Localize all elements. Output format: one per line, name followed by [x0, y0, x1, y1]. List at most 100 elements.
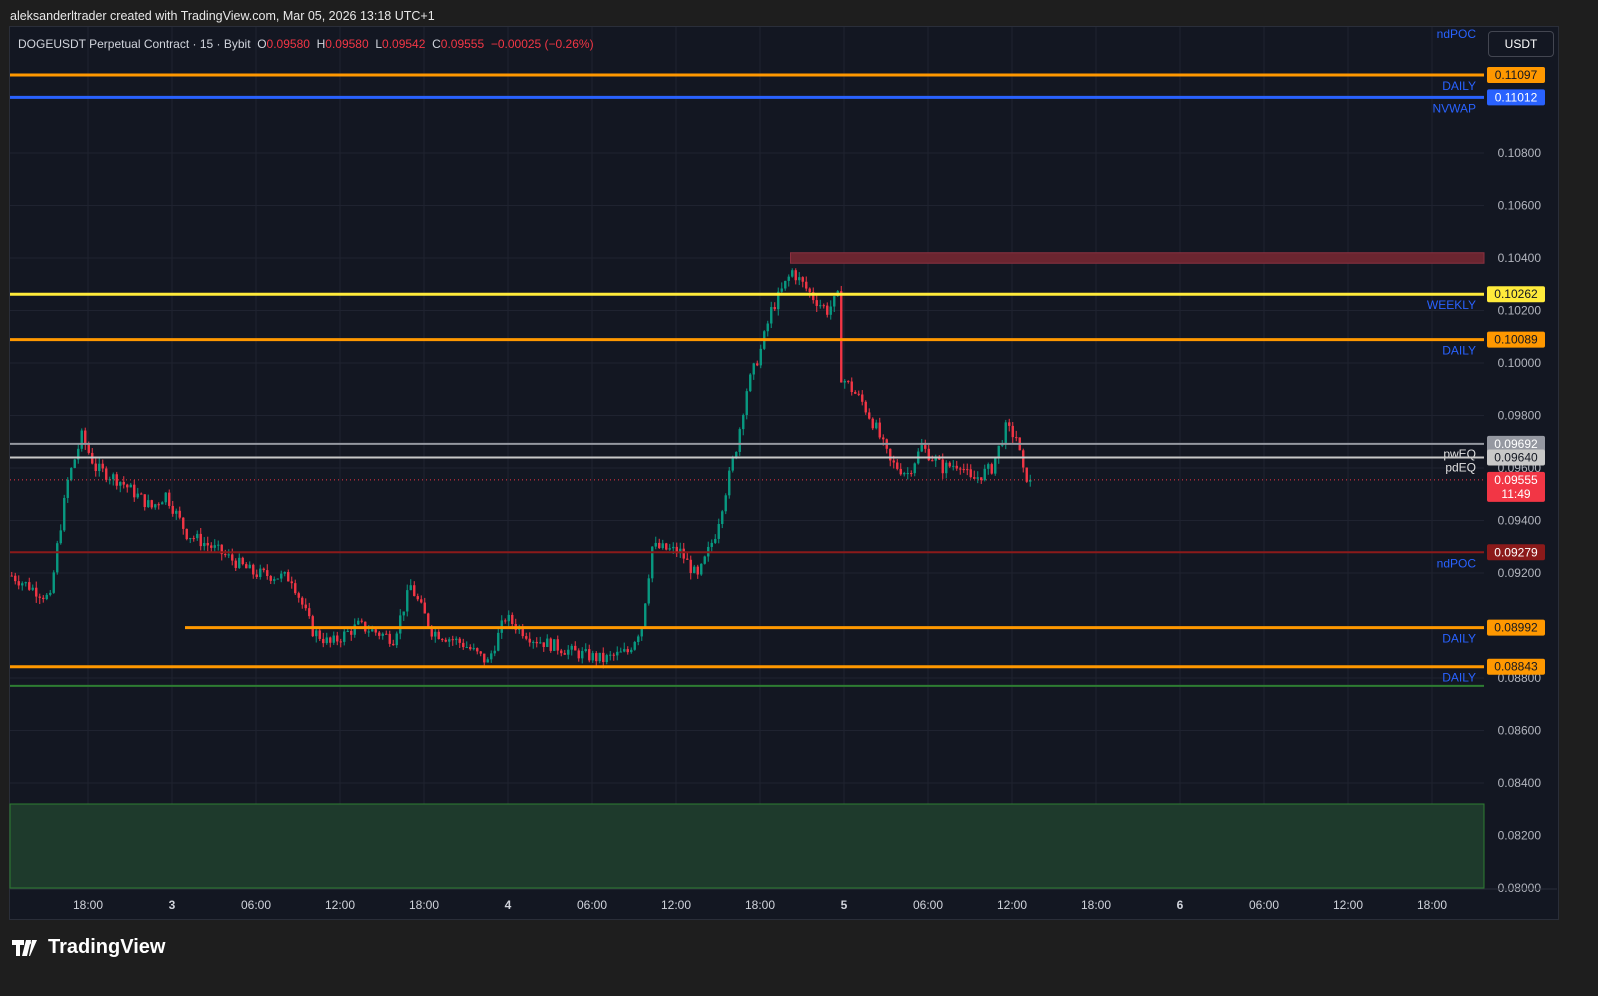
candle-body [378, 632, 381, 636]
candle-body [427, 613, 430, 627]
candle-body [588, 649, 591, 661]
symbol-name[interactable]: DOGEUSDT Perpetual Contract · 15 · Bybit [18, 37, 251, 51]
high-value: 0.09580 [325, 37, 369, 51]
candle-body [413, 585, 416, 597]
candle-body [896, 462, 899, 469]
candle-body [910, 473, 913, 475]
candle-body [353, 624, 356, 635]
candle-body [864, 401, 867, 413]
level-price-label: 0.10089 [1494, 333, 1538, 347]
time-tick: 4 [505, 898, 512, 912]
candle-body [381, 633, 384, 636]
candle-body [224, 554, 227, 556]
candle-body [584, 649, 587, 651]
candle-body [24, 582, 27, 584]
candle-body [66, 479, 69, 498]
candle-body [259, 568, 262, 577]
candle-body [728, 470, 731, 496]
currency-button[interactable]: USDT [1488, 31, 1554, 57]
candle-body [941, 459, 944, 474]
candle-body [973, 477, 976, 479]
price-tick: 0.10200 [1498, 304, 1542, 318]
candle-body [52, 572, 55, 593]
candle-body [661, 543, 664, 549]
candle-body [150, 500, 153, 508]
candle-body [476, 648, 479, 652]
candle-body [294, 583, 297, 594]
candle-body [637, 636, 640, 643]
candle-body [721, 511, 724, 524]
candle-body [10, 575, 13, 577]
candle-body [217, 544, 220, 546]
candle-body [262, 568, 265, 571]
candle-body [213, 545, 216, 548]
candle-body [437, 631, 440, 640]
candle-body [451, 639, 454, 641]
candle-body [563, 653, 566, 655]
time-tick: 06:00 [913, 898, 943, 912]
candle-body [976, 477, 979, 479]
brand-name: TradingView [48, 936, 166, 958]
candle-body [178, 510, 181, 518]
candle-body [955, 465, 958, 469]
candle-body [287, 572, 290, 582]
candle-body [416, 596, 419, 600]
candle-body [49, 592, 52, 595]
candle-body [616, 651, 619, 656]
candle-body [497, 632, 500, 651]
candle-body [42, 597, 45, 600]
candle-body [773, 307, 776, 310]
level-tag: ndPOC [1437, 27, 1477, 41]
candle-body [665, 543, 668, 550]
price-tick: 0.08400 [1498, 776, 1542, 790]
candle-body [913, 463, 916, 474]
candle-body [388, 633, 391, 644]
candle-body [703, 556, 706, 564]
time-tick: 06:00 [241, 898, 271, 912]
candle-body [147, 500, 150, 508]
candle-body [542, 642, 545, 648]
candle-body [798, 277, 801, 281]
candle-body [931, 460, 934, 462]
candle-body [997, 445, 1000, 459]
candle-body [465, 647, 468, 649]
candle-body [983, 468, 986, 481]
time-tick: 18:00 [1081, 898, 1111, 912]
candle-body [633, 642, 636, 650]
candle-body [525, 636, 528, 639]
level-price-label: 0.08992 [1494, 621, 1538, 635]
candle-body [602, 652, 605, 663]
candle-body [847, 380, 850, 382]
candle-body [154, 504, 157, 508]
candle-body [486, 659, 489, 663]
price-chart[interactable]: 0.10800 0.10600 0.10400 0.10200 0.10000 0.098… [0, 0, 1598, 996]
candle-body [70, 467, 73, 480]
candle-body [815, 300, 818, 306]
candle-body [861, 394, 864, 402]
price-tick: 0.10600 [1498, 199, 1542, 213]
low-value: 0.09542 [382, 37, 426, 51]
candle-body [101, 463, 104, 469]
time-tick: 12:00 [1333, 898, 1363, 912]
candle-body [192, 538, 195, 540]
candle-body [367, 631, 370, 633]
candle-body [987, 464, 990, 469]
candle-body [129, 484, 132, 488]
level-tag: DAILY [1442, 79, 1476, 93]
candle-body [350, 630, 353, 635]
candle-body [504, 620, 507, 622]
time-tick: 12:00 [997, 898, 1027, 912]
level-price-label: 0.11097 [1495, 68, 1538, 82]
candle-body [686, 558, 689, 560]
zone-box [790, 252, 1485, 264]
candle-body [17, 581, 20, 586]
candle-body [441, 639, 444, 641]
candle-body [423, 602, 426, 614]
candle-body [115, 474, 118, 486]
candle-body [203, 543, 206, 547]
candle-body [875, 422, 878, 429]
time-tick: 5 [841, 898, 848, 912]
candle-body [140, 493, 143, 495]
open-label: O [257, 37, 267, 51]
candle-body [234, 560, 237, 568]
